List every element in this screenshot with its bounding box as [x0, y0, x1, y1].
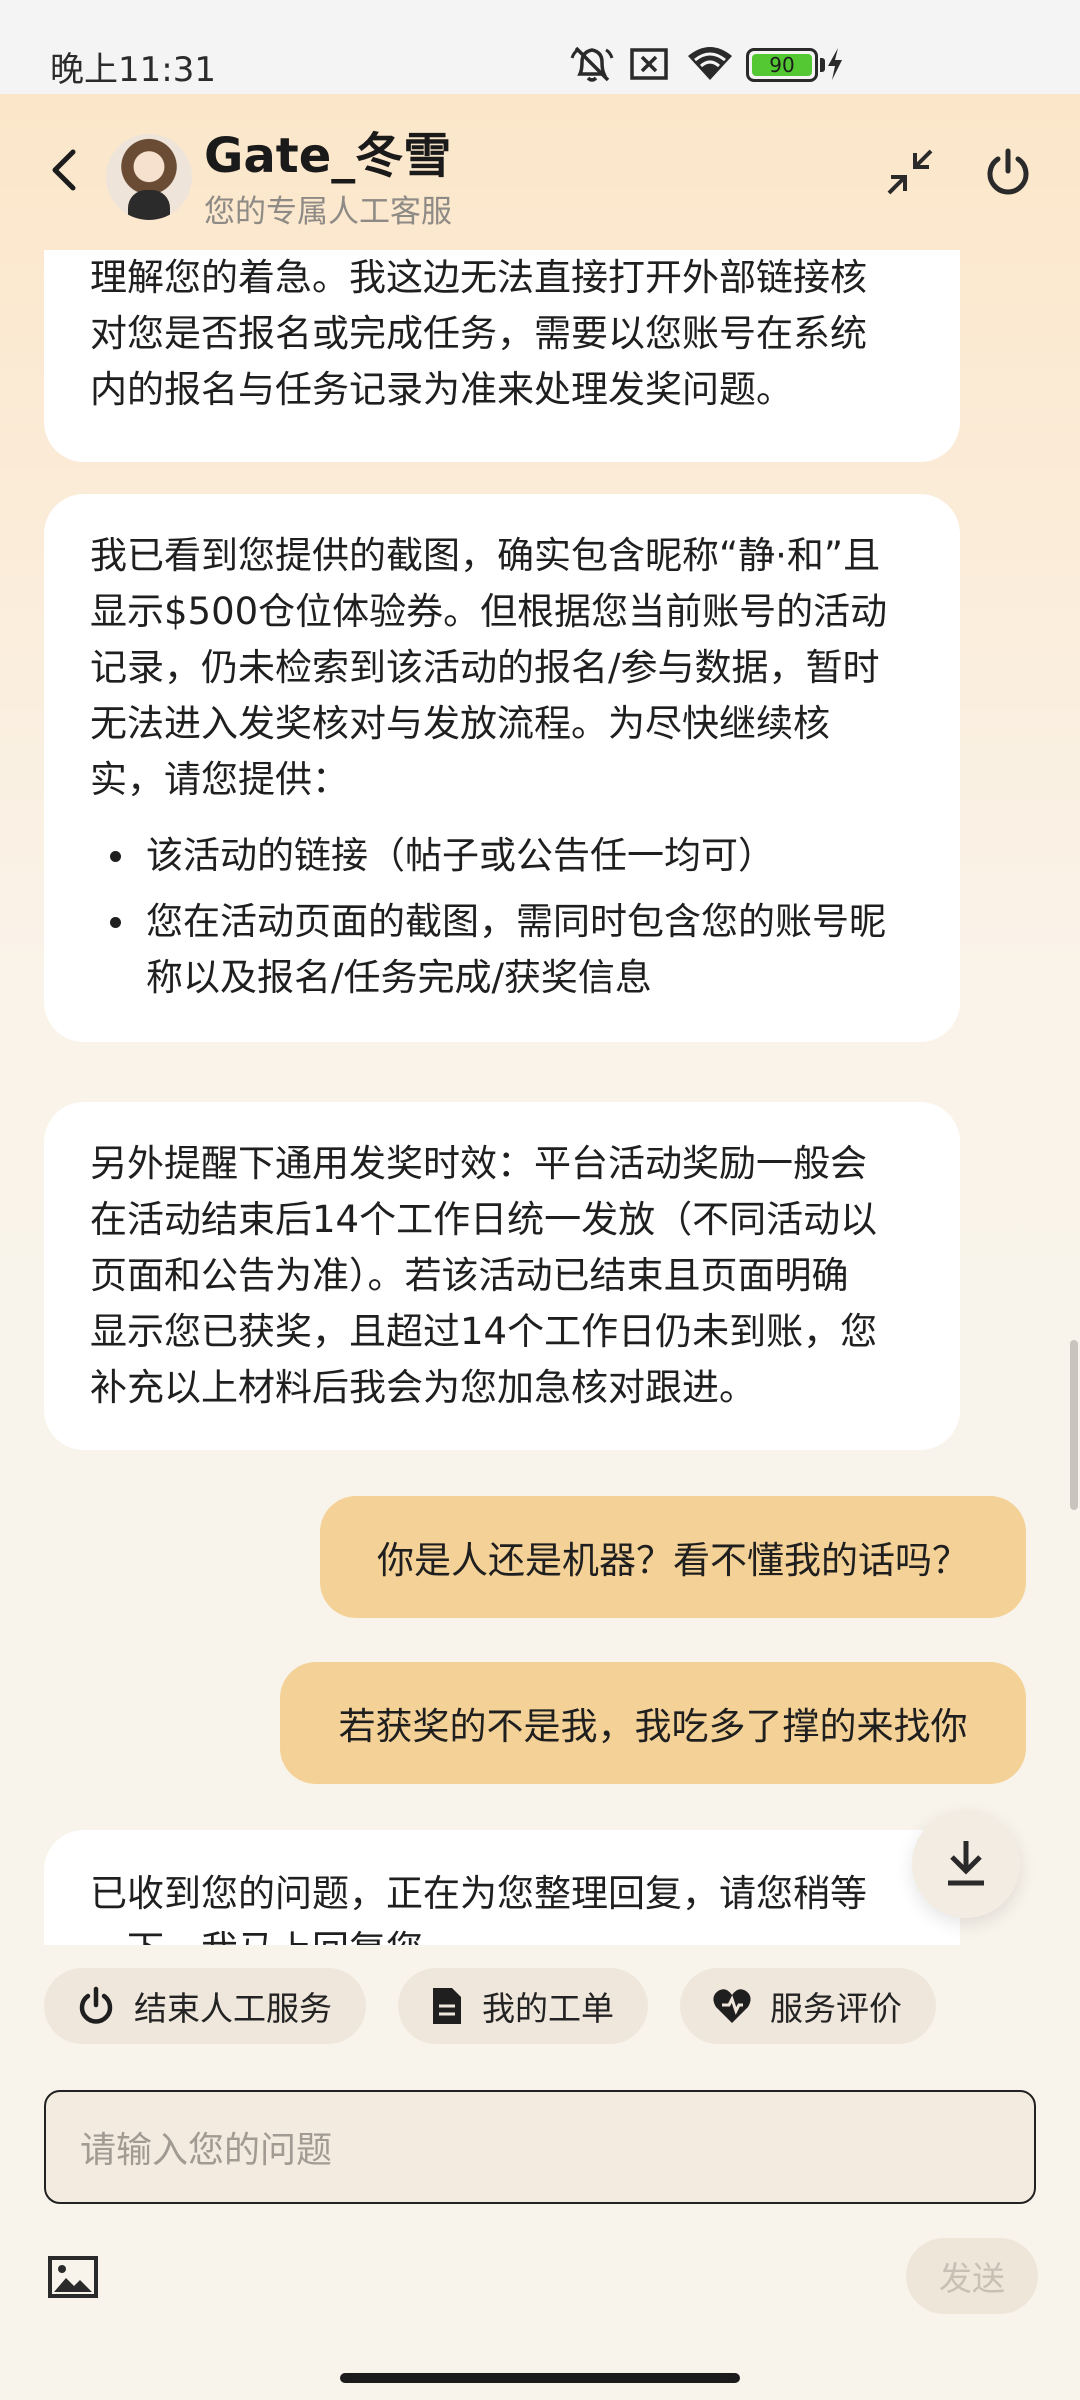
message-line: 理解您的着急。我这边无法直接打开外部链接核 — [90, 256, 867, 299]
battery-tip — [820, 58, 825, 72]
message-bullet-list: 该活动的链接（帖子或公告任一均可） 您在活动页面的截图，需同时包含您的账号昵 称… — [90, 828, 914, 1006]
chip-label: 我的工单 — [482, 1989, 614, 2028]
agent-avatar — [106, 134, 192, 220]
mute-bell-icon — [570, 46, 614, 82]
home-indicator[interactable] — [340, 2373, 740, 2383]
download-arrow-icon — [948, 1841, 984, 1886]
heart-rating-icon — [713, 1989, 751, 2023]
chip-label: 结束人工服务 — [134, 1989, 332, 2028]
service-rating-chip[interactable]: 服务评价 — [680, 1968, 936, 2044]
user-message-text: 若获奖的不是我，我吃多了撑的来找你 — [338, 1705, 968, 1748]
question-input[interactable]: 请输入您的问题 — [44, 2090, 1036, 2204]
message-line: 补充以上材料后我会为您加急核对跟进。 — [90, 1366, 756, 1409]
battery-icon: 90 — [746, 48, 818, 82]
send-button[interactable]: 发送 — [906, 2238, 1038, 2314]
message-line: 已收到您的问题，正在为您整理回复，请您稍等 — [90, 1872, 867, 1915]
bullet-line: 您在活动页面的截图，需同时包含您的账号昵 — [146, 900, 886, 943]
wifi-icon — [688, 47, 732, 80]
battery-level: 90 — [769, 53, 795, 77]
bullet-item: 该活动的链接（帖子或公告任一均可） — [90, 828, 914, 884]
message-line: 页面和公告为准）。若该活动已结束且页面明确 — [90, 1254, 849, 1297]
bullet-item: 您在活动页面的截图，需同时包含您的账号昵 称以及报名/任务完成/获奖信息 — [90, 894, 914, 1006]
agent-message: 另外提醒下通用发奖时效：平台活动奖励一般会 在活动结束后14个工作日统一发放（不… — [44, 1102, 960, 1450]
end-service-chip[interactable]: 结束人工服务 — [44, 1968, 366, 2044]
power-icon — [987, 148, 1029, 195]
message-line: 对您是否报名或完成任务，需要以您账号在系统 — [90, 312, 867, 355]
back-button[interactable] — [42, 142, 86, 198]
user-message: 若获奖的不是我，我吃多了撑的来找你 — [280, 1662, 1026, 1784]
bullet-line: 称以及报名/任务完成/获奖信息 — [146, 956, 652, 999]
quick-actions: 结束人工服务 我的工单 服务评价 — [44, 1968, 936, 2044]
end-session-button[interactable] — [980, 144, 1036, 200]
agent-message: 我已看到您提供的截图，确实包含昵称“静·和”且 显示$500仓位体验券。但根据您… — [44, 494, 960, 1042]
message-line: 内的报名与任务记录为准来处理发奖问题。 — [90, 368, 793, 411]
my-tickets-chip[interactable]: 我的工单 — [398, 1968, 648, 2044]
message-line: 在活动结束后14个工作日统一发放（不同活动以 — [90, 1198, 878, 1241]
user-message-text: 你是人还是机器？看不懂我的话吗？ — [377, 1539, 969, 1582]
agent-message: 已收到您的问题，正在为您整理回复，请您稍等 一下，我马上回复您。 — [44, 1830, 960, 1945]
input-placeholder: 请输入您的问题 — [80, 2130, 333, 2171]
minimize-button[interactable] — [882, 144, 938, 200]
message-line: 显示您已获奖，且超过14个工作日仍未到账，您 — [90, 1310, 878, 1353]
chevron-left-icon — [52, 149, 76, 191]
ticket-icon — [433, 1988, 461, 2024]
user-message: 你是人还是机器？看不懂我的话吗？ — [320, 1496, 1026, 1618]
agent-name: Gate_冬雪 — [204, 128, 452, 184]
message-line: 显示$500仓位体验券。但根据您当前账号的活动 — [90, 590, 888, 633]
chat-header: Gate_冬雪 您的专属人工客服 — [0, 94, 1080, 250]
agent-message: 理解您的着急。我这边无法直接打开外部链接核 对您是否报名或完成任务，需要以您账号… — [44, 250, 960, 462]
status-bar: 晚上11:31 90 — [0, 0, 1080, 94]
message-line: 我已看到您提供的截图，确实包含昵称“静·和”且 — [90, 534, 881, 577]
message-line: 一下，我马上回复您。 — [90, 1922, 914, 1945]
status-time: 晚上11:31 — [50, 50, 216, 90]
chip-label: 服务评价 — [770, 1989, 902, 2028]
charging-icon — [828, 48, 842, 80]
message-line: 另外提醒下通用发奖时效：平台活动奖励一般会 — [90, 1142, 867, 1185]
collapse-arrows-icon — [887, 149, 933, 195]
sim-off-icon — [630, 48, 668, 80]
message-line: 实，请您提供： — [90, 758, 349, 801]
chat-scrollbar[interactable] — [1070, 1340, 1078, 1510]
bullet-line: 该活动的链接（帖子或公告任一均可） — [146, 834, 775, 877]
scroll-to-bottom-button[interactable] — [912, 1810, 1020, 1918]
send-label: 发送 — [939, 2259, 1005, 2298]
message-line: 无法进入发奖核对与发放流程。为尽快继续核 — [90, 702, 830, 745]
message-line: 记录，仍未检索到该活动的报名/参与数据，暂时 — [90, 646, 880, 689]
image-upload-icon[interactable] — [48, 2256, 98, 2298]
power-icon — [79, 1986, 113, 2024]
agent-subtitle: 您的专属人工客服 — [204, 194, 452, 230]
chat-messages[interactable]: 理解您的着急。我这边无法直接打开外部链接核 对您是否报名或完成任务，需要以您账号… — [0, 250, 1080, 1945]
